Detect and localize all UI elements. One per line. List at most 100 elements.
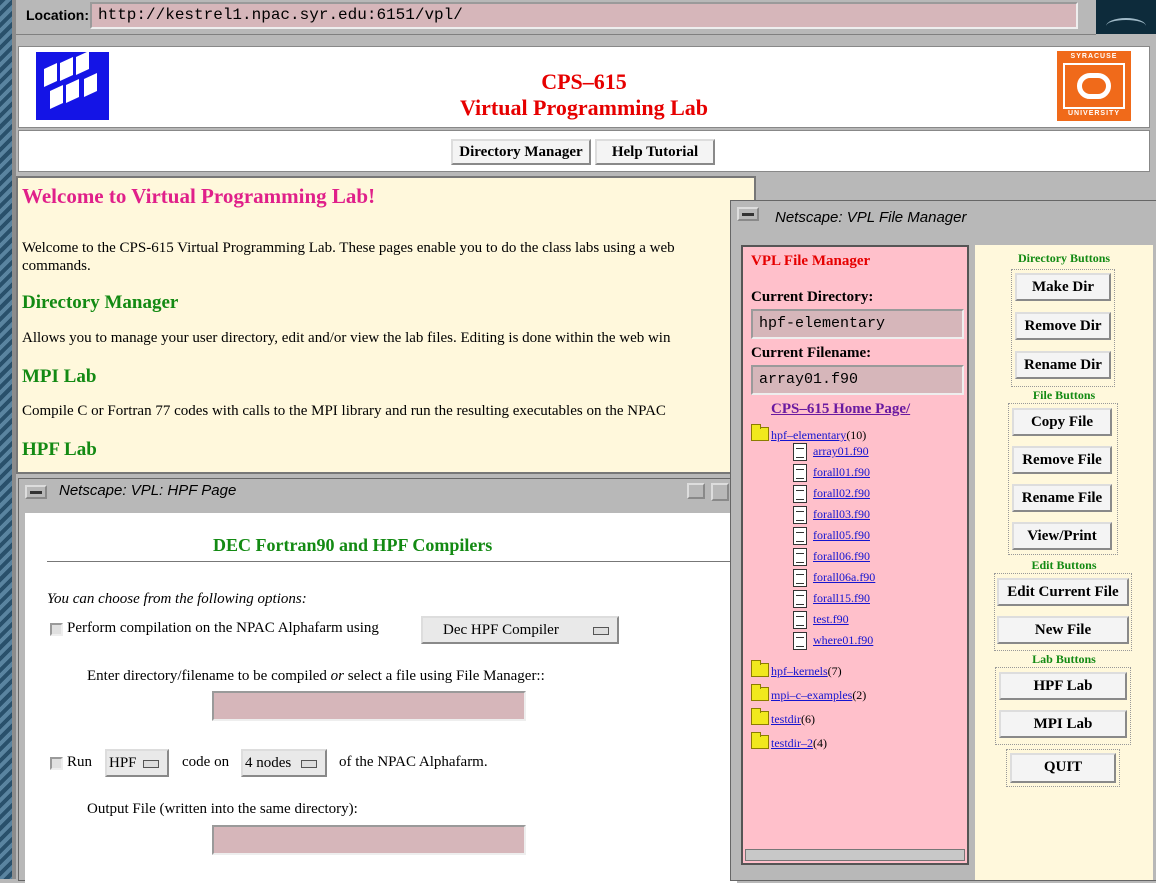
make-dir-button[interactable]: Make Dir [1015,273,1111,301]
intro-text-cont: commands. [22,258,91,274]
directory-manager-button[interactable]: Directory Manager [451,139,591,165]
nodes-select[interactable]: 4 nodes [241,749,327,777]
file-link[interactable]: forall01.f90 [813,465,870,480]
folder-link[interactable]: mpi–c–examples [771,688,852,702]
directory-manager-text: Allows you to manage your user directory… [22,330,671,346]
file-link[interactable]: where01.f90 [813,633,873,648]
current-directory-label: Current Directory: [751,289,874,305]
options-intro: You can choose from the following option… [47,591,307,607]
file-buttons-label: File Buttons [1032,388,1096,402]
logo-top-text: SYRACUSE [1070,53,1118,60]
banner-frame: CPS–615 Virtual Programming Lab SYRACUSE… [18,46,1150,128]
directory-buttons-label: Directory Buttons [1017,251,1111,265]
copy-file-button[interactable]: Copy File [1012,408,1112,436]
output-file-input[interactable] [212,825,526,855]
compile-filename-input[interactable] [212,691,526,721]
hpf-page-window: Netscape: VPL: HPF Page DEC Fortran90 an… [18,478,737,883]
hpf-page-content: DEC Fortran90 and HPF Compilers You can … [25,513,737,883]
location-url-field[interactable]: http://kestrel1.npac.syr.edu:6151/vpl/ [90,2,1078,29]
file-link[interactable]: forall03.f90 [813,507,870,522]
enter-filename-label: Enter directory/filename to be compiled … [87,668,545,684]
logo-bottom-text: UNIVERSITY [1067,110,1120,117]
banner-course-title: CPS–615 [541,69,627,94]
location-label: Location: [26,7,89,23]
run-type-value: HPF [109,755,137,771]
folder-icon [751,424,769,441]
file-icon [793,611,807,629]
minimize-icon[interactable] [687,483,705,499]
folder-count: (7) [827,664,842,678]
window-menu-icon[interactable] [25,485,47,499]
file-manager-window: Netscape: VPL File Manager VPL File Mana… [730,200,1156,881]
hpf-lab-button[interactable]: HPF Lab [999,672,1127,700]
code-on-label: code on [182,754,230,770]
welcome-heading: Welcome to Virtual Programming Lab! [22,184,376,208]
file-icon [793,527,807,545]
folder-link[interactable]: testdir [771,712,801,726]
new-file-button[interactable]: New File [997,616,1129,644]
quit-button[interactable]: QUIT [1010,753,1116,783]
divider [47,561,735,562]
folder-icon [751,684,769,701]
file-manager-window-title: Netscape: VPL File Manager [775,209,967,226]
folder-link[interactable]: hpf–kernels [771,664,828,678]
compiler-select[interactable]: Dec HPF Compiler [421,616,619,644]
compile-label: Perform compilation on the NPAC Alphafar… [67,620,379,636]
window-menu-icon[interactable] [737,207,759,221]
current-filename-field[interactable]: array01.f90 [751,365,964,395]
dropdown-indicator-icon [301,760,317,768]
current-filename-label: Current Filename: [751,345,872,361]
file-icon [793,506,807,524]
file-icon [793,485,807,503]
file-manager-titlebar[interactable]: Netscape: VPL File Manager [731,201,1156,227]
mpi-lab-button[interactable]: MPI Lab [999,710,1127,738]
help-tutorial-button[interactable]: Help Tutorial [595,139,715,165]
folder-count: (10) [846,428,867,442]
rename-file-button[interactable]: Rename File [1012,484,1112,512]
directory-manager-heading: Directory Manager [22,292,179,313]
mpi-lab-text: Compile C or Fortran 77 codes with calls… [22,403,666,419]
view-print-button[interactable]: View/Print [1012,522,1112,550]
folder-link[interactable]: testdir–2 [771,736,813,750]
lab-buttons-label: Lab Buttons [1032,652,1096,666]
file-icon [793,569,807,587]
remove-dir-button[interactable]: Remove Dir [1015,312,1111,340]
edit-current-file-button[interactable]: Edit Current File [997,578,1129,606]
hpf-lab-heading: HPF Lab [22,439,97,460]
file-link[interactable]: forall06a.f90 [813,570,875,585]
run-label: Run [67,754,93,770]
netscape-logo-icon[interactable] [1096,0,1156,34]
file-link[interactable]: forall05.f90 [813,528,870,543]
intro-text: Welcome to the CPS-615 Virtual Programmi… [22,240,675,256]
folder-icon [751,708,769,725]
file-icon [793,590,807,608]
file-link[interactable]: forall06.f90 [813,549,870,564]
hpf-window-titlebar[interactable]: Netscape: VPL: HPF Page [19,479,735,505]
file-link[interactable]: forall02.f90 [813,486,870,501]
file-link[interactable]: array01.f90 [813,444,869,459]
file-icon [793,464,807,482]
maximize-icon[interactable] [711,483,729,501]
folder-row: hpf–kernels(7) [771,664,842,679]
file-link[interactable]: forall15.f90 [813,591,870,606]
remove-file-button[interactable]: Remove File [1012,446,1112,474]
hpf-window-title: Netscape: VPL: HPF Page [59,482,237,499]
folder-link-hpf-elementary[interactable]: hpf–elementary [771,428,846,442]
dropdown-indicator-icon [593,627,609,635]
horizontal-scrollbar[interactable] [745,849,965,861]
rename-dir-button[interactable]: Rename Dir [1015,351,1111,379]
file-link[interactable]: test.f90 [813,612,849,627]
run-checkbox[interactable] [50,757,63,770]
folder-row: testdir(6) [771,712,815,727]
dropdown-indicator-icon [143,760,159,768]
nav-frame: Directory Manager Help Tutorial [18,130,1150,172]
folder-icon [751,660,769,677]
run-type-select[interactable]: HPF [105,749,169,777]
folder-icon [751,732,769,749]
compile-checkbox[interactable] [50,623,63,636]
current-directory-field[interactable]: hpf-elementary [751,309,964,339]
main-content-frame: Welcome to Virtual Programming Lab! Welc… [16,176,756,474]
home-page-link[interactable]: CPS–615 Home Page/ [771,401,910,418]
desktop-background [0,0,12,879]
nodes-select-value: 4 nodes [245,755,292,771]
